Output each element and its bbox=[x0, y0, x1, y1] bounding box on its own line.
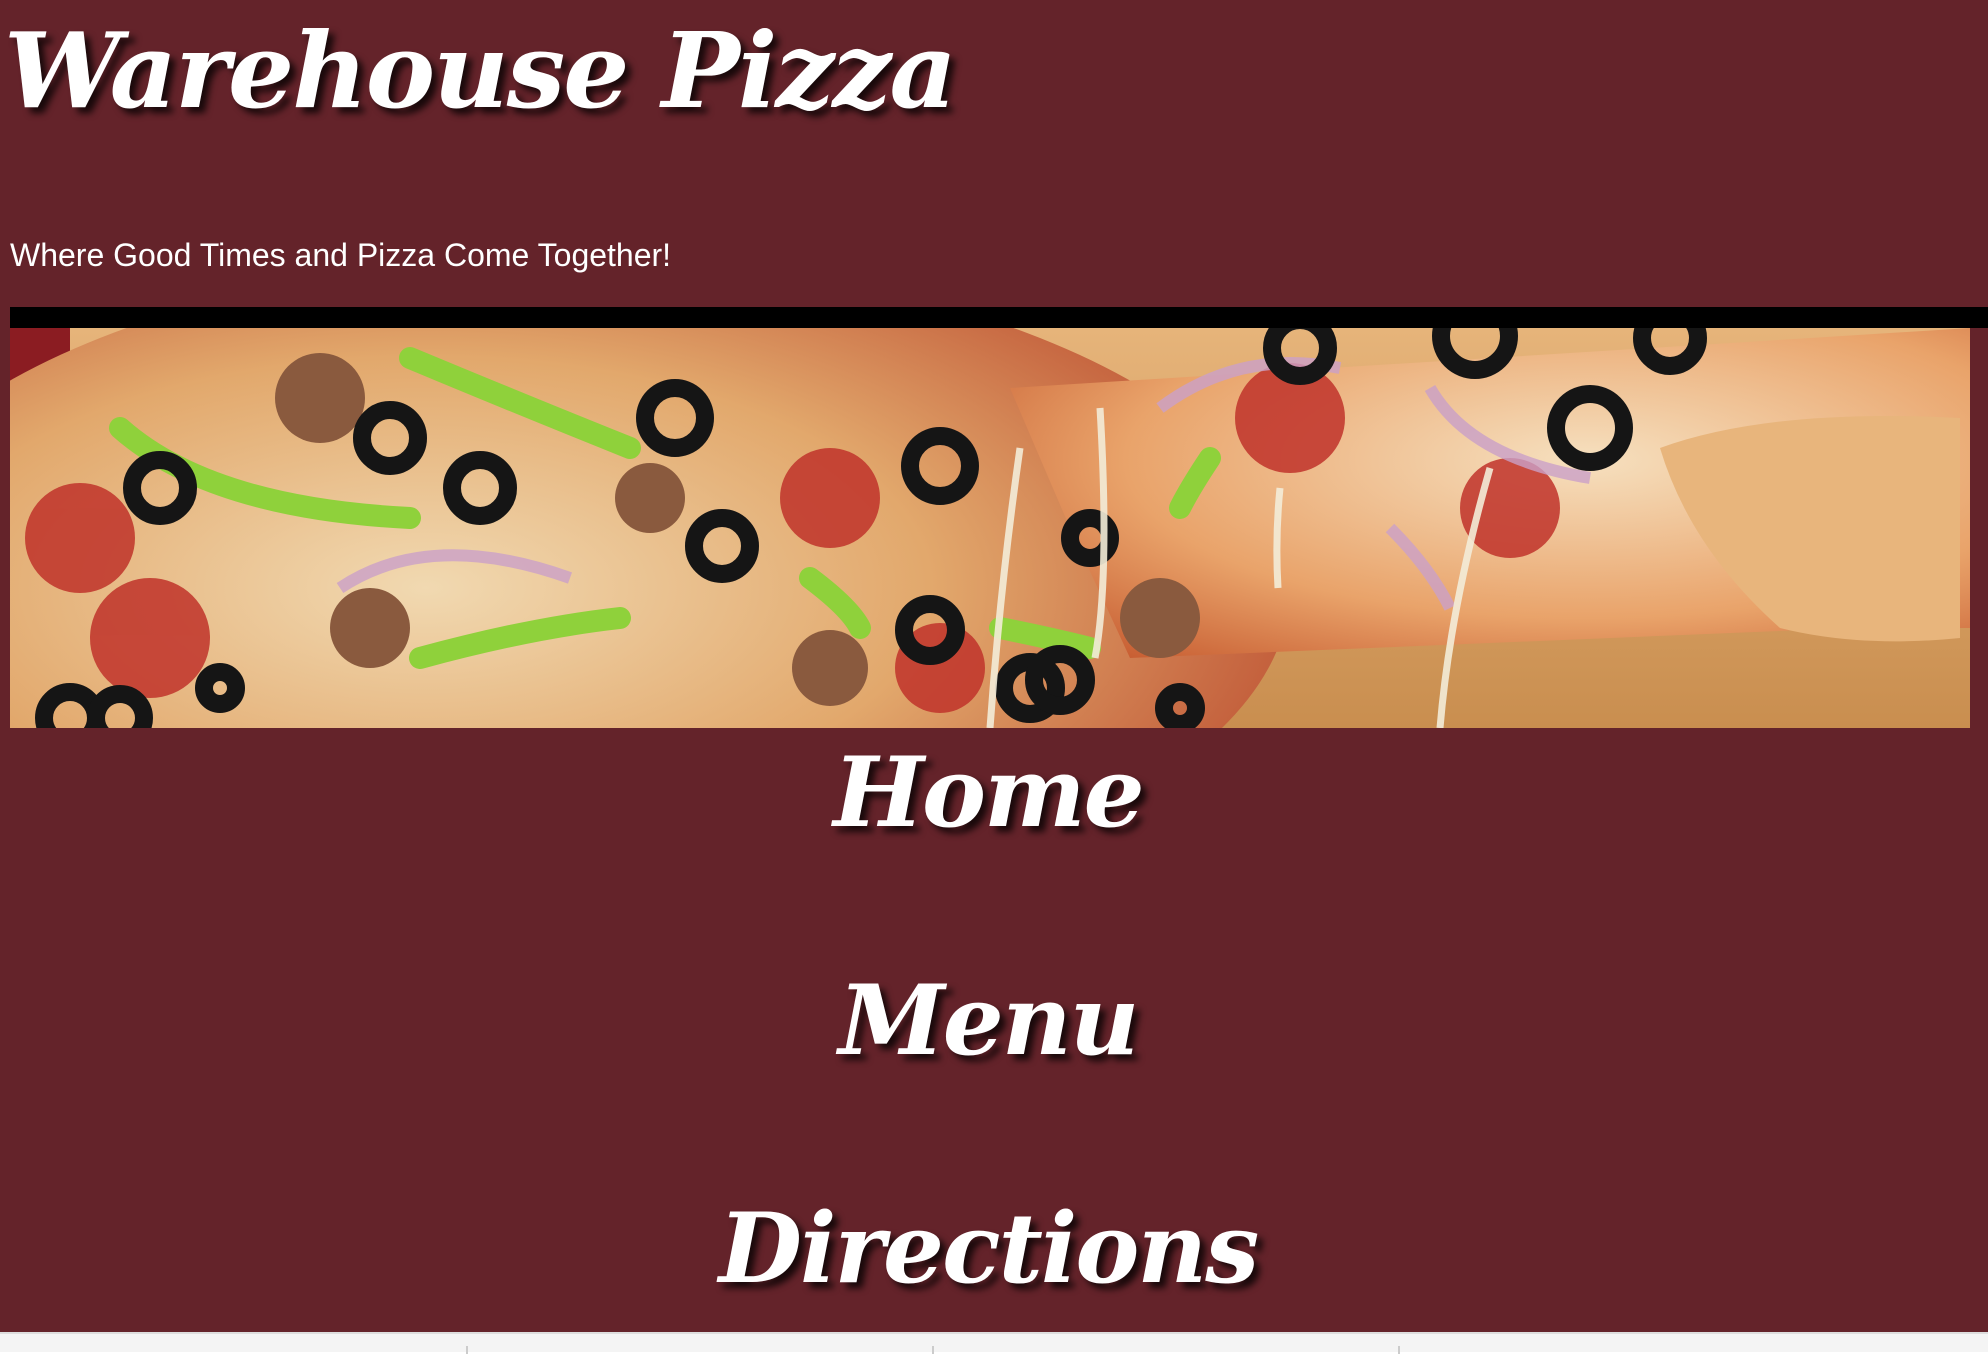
nav-home-link[interactable]: Home bbox=[0, 740, 1976, 846]
strip-tick bbox=[932, 1346, 934, 1354]
site-title: Warehouse Pizza bbox=[4, 9, 957, 132]
bottom-strip bbox=[0, 1332, 1988, 1354]
strip-tick bbox=[1398, 1346, 1400, 1354]
pizza-illustration bbox=[10, 328, 1970, 728]
page: Warehouse Pizza Where Good Times and Piz… bbox=[0, 0, 1988, 1332]
nav-menu-link[interactable]: Menu bbox=[0, 968, 1976, 1074]
hero-pizza-image bbox=[10, 328, 1970, 728]
header-divider bbox=[10, 307, 1988, 328]
nav-directions-link[interactable]: Directions bbox=[0, 1196, 1976, 1302]
strip-tick bbox=[466, 1346, 468, 1354]
site-tagline: Where Good Times and Pizza Come Together… bbox=[10, 237, 672, 273]
